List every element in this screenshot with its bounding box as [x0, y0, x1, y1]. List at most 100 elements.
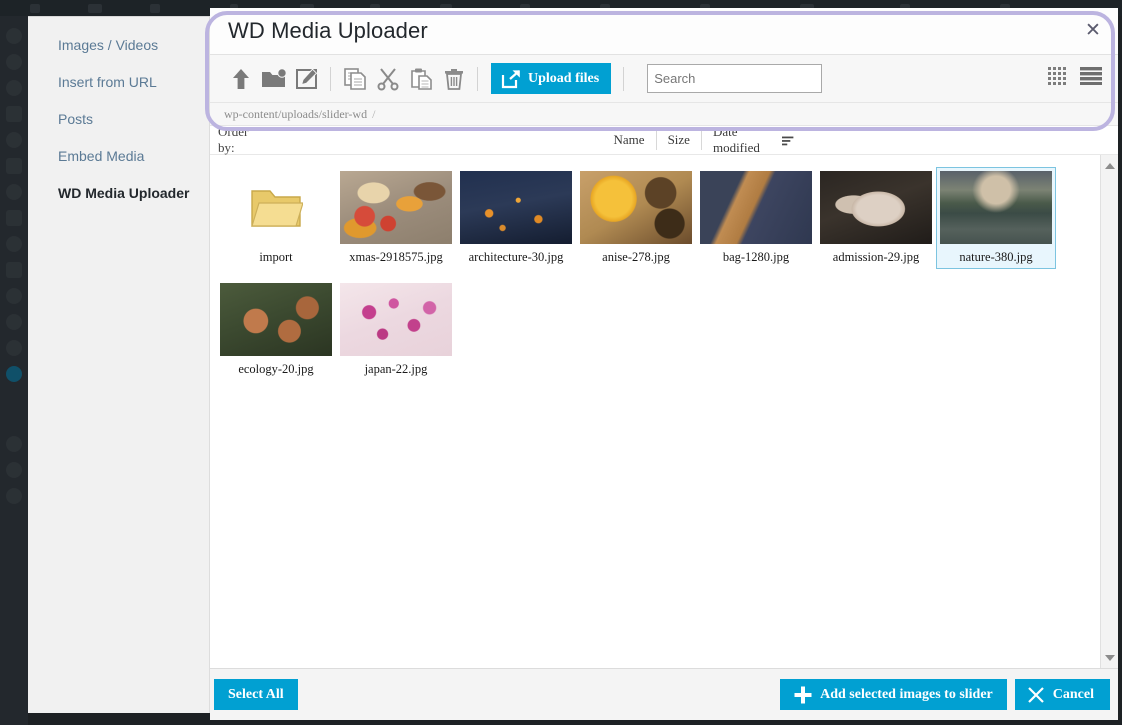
rail-comments-icon: [6, 184, 22, 200]
uploader-toolbar: Upload files: [210, 55, 1118, 103]
file-thumbnail: [340, 171, 452, 244]
breadcrumb: wp-content/uploads/slider-wd /: [210, 103, 1118, 126]
file-item-folder[interactable]: import: [216, 167, 336, 269]
order-by-options: Name Size Date modified: [603, 124, 805, 155]
copy-icon[interactable]: [338, 62, 371, 95]
trash-icon[interactable]: [437, 62, 470, 95]
file-name: anise-278.jpg: [602, 250, 670, 264]
order-by-size[interactable]: Size: [655, 130, 701, 150]
file-item-image[interactable]: ecology-20.jpg: [216, 279, 336, 381]
wp-admin-rail: [0, 0, 28, 725]
x-icon: [1028, 686, 1044, 703]
rail-tools-icon: [6, 132, 22, 148]
rail-dashboard-icon: [6, 28, 22, 44]
file-thumbnail: [460, 171, 572, 244]
rail-link-icon: [6, 340, 22, 356]
order-by-bar: Order by: Name Size Date modified: [210, 124, 1118, 155]
sidebar-item-insert-from-url[interactable]: Insert from URL: [28, 64, 209, 101]
select-all-button[interactable]: Select All: [214, 679, 298, 710]
file-item-image[interactable]: bag-1280.jpg: [696, 167, 816, 269]
file-item-image[interactable]: admission-29.jpg: [816, 167, 936, 269]
rename-icon[interactable]: [290, 62, 323, 95]
order-by-date-label: Date modified: [712, 124, 760, 155]
order-by-name-label: Name: [613, 132, 645, 147]
rail-arrow-icon: [6, 314, 22, 330]
rail-plugins-icon: [6, 210, 22, 226]
sidebar-item-label: Posts: [58, 111, 94, 127]
file-thumbnail: [940, 171, 1052, 244]
scroll-down-icon[interactable]: [1101, 649, 1118, 666]
up-level-icon[interactable]: [224, 62, 257, 95]
new-folder-icon[interactable]: [257, 62, 290, 95]
upload-files-button[interactable]: Upload files: [491, 63, 612, 94]
file-thumbnail: [700, 171, 812, 244]
file-name: xmas-2918575.jpg: [349, 250, 443, 264]
file-item-image[interactable]: anise-278.jpg: [576, 167, 696, 269]
cancel-label: Cancel: [1052, 686, 1094, 702]
rail-active-icon: [6, 366, 22, 382]
cancel-button[interactable]: Cancel: [1014, 679, 1110, 710]
file-thumbnail: [820, 171, 932, 244]
file-item-image-selected[interactable]: nature-380.jpg: [936, 167, 1056, 269]
toolbar-separator: [330, 66, 331, 91]
order-by-label: Order by:: [218, 124, 249, 155]
sidebar-item-wd-media-uploader[interactable]: WD Media Uploader: [28, 175, 209, 212]
uploader-footer: Select All Add selected images to slider…: [210, 669, 1118, 720]
rail-collapse-icon: [6, 462, 22, 478]
plus-icon: [794, 686, 812, 703]
grid-view-icon[interactable]: [1048, 67, 1066, 90]
file-name: japan-22.jpg: [364, 362, 428, 376]
order-by-date-modified[interactable]: Date modified: [700, 124, 805, 155]
paste-icon[interactable]: [404, 62, 437, 95]
rail-appearance-icon: [6, 236, 22, 252]
close-icon[interactable]: ✕: [1082, 20, 1104, 42]
order-by-name[interactable]: Name: [603, 130, 656, 150]
rail-media-icon: [6, 106, 22, 122]
file-name: bag-1280.jpg: [722, 250, 790, 264]
add-selected-images-label: Add selected images to slider: [820, 686, 993, 702]
sidebar-item-embed-media[interactable]: Embed Media: [28, 138, 209, 175]
file-thumbnail: [580, 171, 692, 244]
file-name: admission-29.jpg: [832, 250, 920, 264]
file-item-image[interactable]: xmas-2918575.jpg: [336, 167, 456, 269]
sidebar-item-label: WD Media Uploader: [58, 185, 190, 201]
cut-icon[interactable]: [371, 62, 404, 95]
screen: Images / Videos Insert from URL Posts Em…: [0, 0, 1122, 725]
sidebar-item-label: Embed Media: [58, 148, 145, 164]
add-selected-images-button[interactable]: Add selected images to slider: [780, 679, 1007, 710]
sidebar-item-posts[interactable]: Posts: [28, 101, 209, 138]
toolbar-separator-2: [477, 66, 478, 91]
file-grid: import xmas-2918575.jpg architecture-30.…: [210, 155, 1100, 668]
sidebar-item-label: Insert from URL: [58, 74, 157, 90]
select-all-label: Select All: [228, 686, 284, 702]
rail-list-icon: [6, 288, 22, 304]
scroll-up-icon[interactable]: [1101, 157, 1118, 174]
file-item-image[interactable]: japan-22.jpg: [336, 279, 456, 381]
rail-users-icon: [6, 80, 22, 96]
view-mode-switch: [1048, 67, 1108, 90]
order-by-size-label: Size: [667, 132, 690, 147]
page-title: WD Media Uploader: [228, 18, 428, 43]
breadcrumb-separator: /: [372, 106, 376, 121]
uploader-header: WD Media Uploader ✕: [210, 8, 1118, 55]
media-frame-sidebar: Images / Videos Insert from URL Posts Em…: [28, 17, 210, 713]
search-input[interactable]: [647, 64, 823, 93]
sidebar-item-images-videos[interactable]: Images / Videos: [28, 27, 209, 64]
upload-files-label: Upload files: [528, 70, 600, 86]
file-name: ecology-20.jpg: [238, 362, 314, 376]
wd-media-uploader-panel: WD Media Uploader ✕ Upload files Search …: [210, 8, 1118, 720]
file-item-image[interactable]: architecture-30.jpg: [456, 167, 576, 269]
file-thumbnail: [220, 283, 332, 356]
list-view-icon[interactable]: [1080, 67, 1102, 90]
rail-settings-icon: [6, 262, 22, 278]
rail-help-icon: [6, 436, 22, 452]
file-thumbnail: [340, 283, 452, 356]
sidebar-item-label: Images / Videos: [58, 37, 159, 53]
rail-search-icon: [6, 54, 22, 70]
upload-icon: [501, 69, 520, 88]
file-browser-area: import xmas-2918575.jpg architecture-30.…: [210, 155, 1118, 669]
rail-extra-icon: [6, 488, 22, 504]
breadcrumb-path[interactable]: wp-content/uploads/slider-wd: [224, 107, 367, 122]
vertical-scrollbar[interactable]: [1100, 155, 1118, 668]
folder-icon: [220, 171, 332, 244]
